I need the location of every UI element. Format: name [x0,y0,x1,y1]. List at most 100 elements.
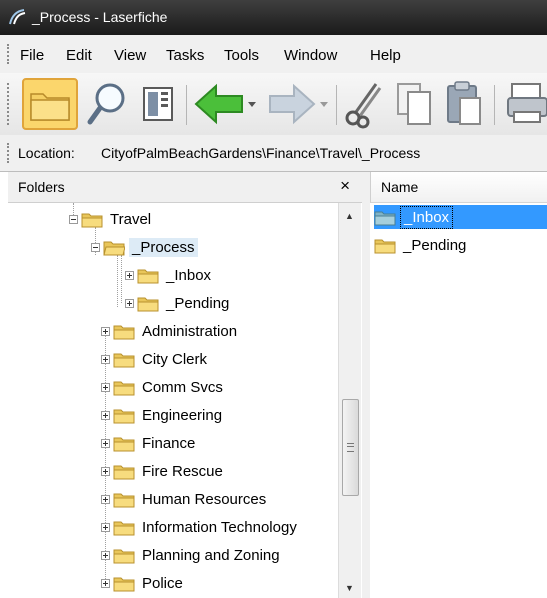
expand-toggle[interactable] [125,298,134,308]
menu-tools[interactable]: Tools [224,47,259,64]
tree-item-process[interactable]: _Process [91,236,198,258]
tree-item-label: Information Technology [142,518,297,536]
expand-toggle[interactable] [101,466,110,476]
list-item-pending[interactable]: _Pending [374,233,547,257]
tree-item-label: City Clerk [142,350,208,368]
menubar-grip[interactable] [7,44,12,64]
tree-item-label: Police [142,574,183,592]
toolbar-separator [494,85,495,125]
expand-toggle[interactable] [101,522,110,532]
window-title: _Process - Laserfiche [32,9,168,25]
scroll-up-arrow-icon[interactable]: ▲ [345,211,354,221]
tree-item-label: Human Resources [142,490,267,508]
folders-pane-header: Folders × [8,172,362,203]
tree-item-label: Finance [142,434,196,452]
tree-item-planning-and-zoning[interactable]: Planning and Zoning [101,544,283,566]
thumb-grip-icon [347,443,354,452]
location-label: Location: [18,145,75,161]
tree-item-label: Planning and Zoning [142,546,280,564]
expand-toggle[interactable] [101,326,110,336]
menu-file[interactable]: File [20,47,44,64]
folder-icon [374,239,396,253]
tree-item-label: _Pending [166,294,230,312]
folder-open-icon [103,241,125,255]
folder-icon [137,269,159,283]
cut-icon[interactable] [342,78,386,130]
folder-icon [113,521,135,535]
toolbar-separator [336,85,337,125]
toolbar-grip[interactable] [7,83,12,125]
tree-item-fire-rescue[interactable]: Fire Rescue [101,460,226,482]
tree-item-label: _Inbox [166,266,212,284]
folder-icon [113,493,135,507]
laserfiche-logo-icon [9,9,26,25]
tree-item-human-resources[interactable]: Human Resources [101,488,269,510]
tree-item-pending[interactable]: _Pending [125,292,232,314]
paste-icon[interactable] [442,78,486,130]
menu-bar: File Edit View Tasks Tools Window Help [0,35,547,74]
tree-item-inbox[interactable]: _Inbox [125,264,214,286]
folder-icon [137,297,159,311]
back-arrow-icon[interactable] [192,78,262,130]
pane-splitter[interactable] [362,172,370,598]
contents-column-header: Name [370,172,547,203]
folder-icon [113,437,135,451]
expand-toggle[interactable] [125,270,134,280]
print-icon[interactable] [506,78,547,130]
search-icon[interactable] [86,78,130,130]
copy-icon[interactable] [392,78,436,130]
toolbar [0,73,547,136]
folder-icon [113,381,135,395]
expand-toggle[interactable] [101,494,110,504]
tree-item-engineering[interactable]: Engineering [101,404,225,426]
toolbar-separator [186,85,187,125]
menu-help[interactable]: Help [370,47,401,64]
forward-arrow-icon[interactable] [268,78,332,130]
tree-item-city-clerk[interactable]: City Clerk [101,348,210,370]
document-view-icon[interactable] [136,78,180,130]
tree-item-label: Engineering [142,406,223,424]
folder-icon[interactable] [22,78,78,130]
folder-icon [113,325,135,339]
menu-tasks[interactable]: Tasks [166,47,204,64]
collapse-toggle[interactable] [69,214,78,224]
locationbar-grip[interactable] [7,143,12,163]
expand-toggle[interactable] [101,382,110,392]
contents-list: _Inbox _Pending [370,203,547,598]
folders-scrollbar[interactable]: ▲ ▼ [338,203,361,598]
title-bar: _Process - Laserfiche [0,0,547,35]
scrollbar-thumb[interactable] [342,399,359,496]
expand-toggle[interactable] [101,354,110,364]
expand-toggle[interactable] [101,438,110,448]
tree-item-police[interactable]: Police [101,572,186,594]
tree-item-label: _Process [129,237,198,257]
expand-toggle[interactable] [101,410,110,420]
folder-icon [81,213,103,227]
folder-icon [113,353,135,367]
menu-window[interactable]: Window [284,47,337,64]
menu-edit[interactable]: Edit [66,47,92,64]
expand-toggle[interactable] [101,550,110,560]
tree-item-label: Administration [142,322,238,340]
location-path-field[interactable]: CityofPalmBeachGardens\Finance\Travel\_P… [101,145,420,161]
list-item-inbox[interactable]: _Inbox [374,205,547,229]
tree-item-travel[interactable]: Travel [69,208,154,230]
list-item-label: _Pending [403,236,467,254]
collapse-toggle[interactable] [91,242,100,252]
tree-item-administration[interactable]: Administration [101,320,240,342]
scroll-down-arrow-icon[interactable]: ▼ [345,583,354,593]
tree-item-information-technology[interactable]: Information Technology [101,516,300,538]
tree-item-finance[interactable]: Finance [101,432,198,454]
list-item-label: _Inbox [400,205,454,229]
folder-tree: Travel _Process _Inbox _Pending Administ… [8,203,338,598]
tree-connector [121,255,122,303]
location-bar: Location: CityofPalmBeachGardens\Finance… [0,135,547,172]
folder-icon [113,409,135,423]
menu-view[interactable]: View [114,47,146,64]
tree-item-comm-svcs[interactable]: Comm Svcs [101,376,226,398]
folder-icon [113,465,135,479]
name-column-header[interactable]: Name [381,179,418,195]
close-icon[interactable]: × [340,176,350,196]
expand-toggle[interactable] [101,578,110,588]
folder-icon [113,577,135,591]
